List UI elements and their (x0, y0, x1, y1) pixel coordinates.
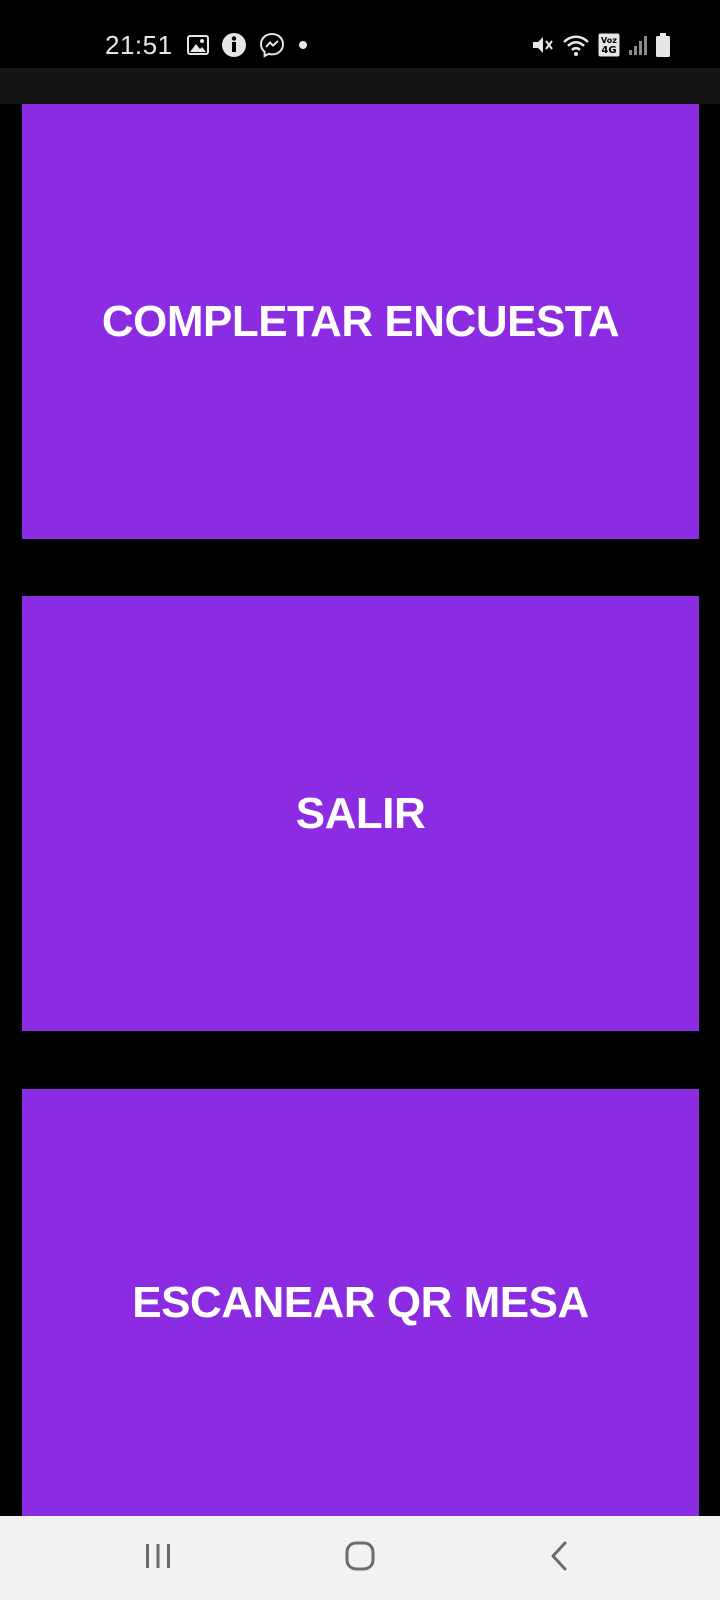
app-screen: 21:51 Voz 4G COMPLETAR ENCUESTA SALIR ES… (0, 0, 720, 1600)
info-icon (221, 32, 247, 58)
exit-button[interactable]: SALIR (22, 596, 699, 1031)
complete-survey-button[interactable]: COMPLETAR ENCUESTA (22, 104, 699, 539)
battery-icon (656, 33, 670, 57)
status-right-group: Voz 4G (530, 30, 670, 60)
status-bar: 21:51 Voz 4G (0, 0, 720, 68)
volte-4g-icon: Voz 4G (598, 33, 620, 57)
messenger-icon (259, 32, 285, 58)
gallery-icon (186, 35, 209, 55)
mute-icon (530, 33, 554, 57)
signal-icon (628, 34, 648, 56)
complete-survey-label: COMPLETAR ENCUESTA (101, 296, 620, 346)
recents-button[interactable] (118, 1526, 198, 1590)
volte-label-top: Voz (601, 36, 617, 45)
volte-label-bottom: 4G (601, 45, 616, 56)
scan-qr-table-label: ESCANEAR QR MESA (132, 1277, 589, 1327)
home-button[interactable] (320, 1526, 400, 1590)
status-left-group: 21:51 (105, 22, 309, 68)
app-top-bar (0, 68, 720, 104)
wifi-icon (562, 33, 590, 57)
status-time: 21:51 (105, 29, 173, 60)
recents-icon (143, 1542, 173, 1575)
home-icon (344, 1540, 376, 1577)
back-icon (548, 1540, 572, 1577)
system-navigation-bar (0, 1516, 720, 1600)
notification-dot-icon (297, 39, 309, 51)
back-button[interactable] (520, 1526, 600, 1590)
scan-qr-table-button[interactable]: ESCANEAR QR MESA (22, 1089, 699, 1516)
exit-label: SALIR (295, 788, 426, 838)
